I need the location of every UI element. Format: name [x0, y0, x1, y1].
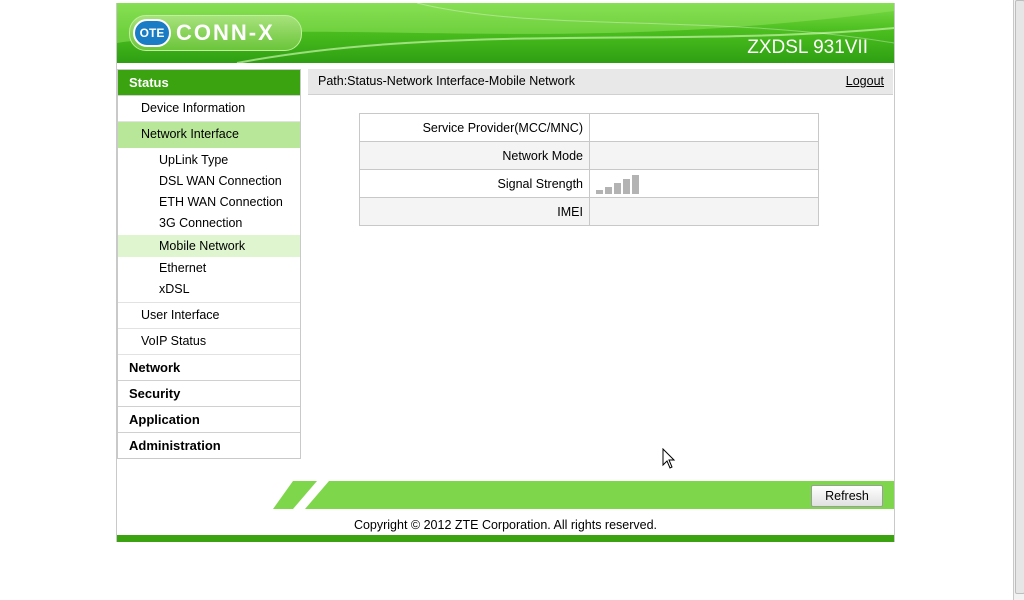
signal-bar: [596, 189, 603, 194]
menu-dsl-wan-connection[interactable]: DSL WAN Connection: [118, 171, 300, 192]
menu-ethernet[interactable]: Ethernet: [118, 258, 300, 279]
table-row: IMEI: [359, 197, 819, 226]
menu-network-interface[interactable]: Network Interface: [118, 122, 300, 148]
ote-logo-badge: OTE: [133, 19, 171, 47]
mouse-pointer-icon: [662, 448, 676, 469]
network-mode-value: [589, 141, 819, 170]
table-row: Service Provider(MCC/MNC): [359, 113, 819, 142]
network-mode-label: Network Mode: [359, 141, 590, 170]
service-provider-value: [589, 113, 819, 142]
device-model: ZXDSL 931VII: [747, 37, 868, 58]
menu-eth-wan-connection[interactable]: ETH WAN Connection: [118, 192, 300, 213]
signal-bar: [632, 174, 639, 194]
brand-logo: OTE CONN-X: [129, 15, 302, 51]
menu-device-information[interactable]: Device Information: [118, 96, 300, 122]
signal-strength-label: Signal Strength: [359, 169, 590, 198]
menu-3g-connection[interactable]: 3G Connection: [118, 213, 300, 234]
signal-strength-icon: [596, 174, 639, 194]
imei-value: [589, 197, 819, 226]
header: OTE CONN-X ZXDSL 931VII: [117, 3, 894, 63]
mobile-network-table: Service Provider(MCC/MNC) Network Mode S…: [359, 113, 819, 226]
logout-link[interactable]: Logout: [846, 69, 884, 94]
bottom-strip: [117, 535, 894, 542]
sidebar-menu: Status Device Information Network Interf…: [117, 69, 301, 459]
menu-uplink-type[interactable]: UpLink Type: [118, 150, 300, 171]
menu-voip-status[interactable]: VoIP Status: [118, 329, 300, 355]
breadcrumb: Path:Status-Network Interface-Mobile Net…: [318, 74, 576, 88]
router-page: OTE CONN-X ZXDSL 931VII Status Device In…: [116, 3, 895, 542]
menu-network[interactable]: Network: [118, 355, 300, 381]
table-row: Network Mode: [359, 141, 819, 170]
scrollbar-thumb[interactable]: [1015, 0, 1024, 594]
imei-label: IMEI: [359, 197, 590, 226]
page-scrollbar[interactable]: [1013, 0, 1024, 600]
path-bar: Path:Status-Network Interface-Mobile Net…: [308, 69, 893, 95]
menu-administration[interactable]: Administration: [118, 433, 300, 458]
signal-strength-value: [589, 169, 819, 198]
service-provider-label: Service Provider(MCC/MNC): [359, 113, 590, 142]
menu-user-interface[interactable]: User Interface: [118, 303, 300, 329]
copyright-text: Copyright © 2012 ZTE Corporation. All ri…: [353, 518, 658, 532]
signal-bar: [605, 186, 612, 194]
menu-mobile-network[interactable]: Mobile Network: [118, 235, 300, 257]
table-row: Signal Strength: [359, 169, 819, 198]
menu-status[interactable]: Status: [118, 70, 300, 96]
refresh-button[interactable]: Refresh: [811, 485, 883, 507]
footer-bar-shape: [273, 481, 894, 509]
network-interface-submenu: UpLink Type DSL WAN Connection ETH WAN C…: [118, 148, 300, 303]
menu-xdsl[interactable]: xDSL: [118, 279, 300, 300]
conn-x-wordmark: CONN-X: [176, 20, 275, 45]
signal-bar: [614, 182, 621, 194]
signal-bar: [623, 178, 630, 194]
menu-application[interactable]: Application: [118, 407, 300, 433]
footer-bar: [273, 481, 894, 509]
menu-security[interactable]: Security: [118, 381, 300, 407]
